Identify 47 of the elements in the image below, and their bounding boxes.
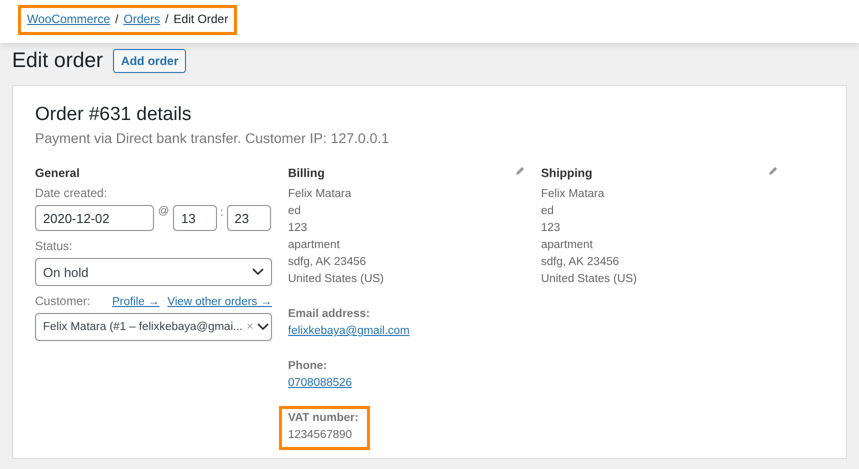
- clear-button[interactable]: ×: [246, 321, 254, 333]
- status-select[interactable]: On hold: [35, 258, 272, 286]
- breadcrumb-link[interactable]: WooCommerce: [27, 12, 110, 26]
- field-label: Customer:: [35, 294, 90, 308]
- field-label: Status:: [35, 239, 74, 253]
- address-line: Felix Matara: [541, 187, 606, 202]
- breadcrumb-current: Edit Order: [174, 12, 228, 26]
- breadcrumb-separator: /: [165, 12, 169, 26]
- order-title: Order #631 details: [35, 104, 192, 126]
- address-line: ed: [541, 204, 555, 219]
- address-line: United States (US): [288, 272, 385, 287]
- field-label: Phone:: [288, 359, 328, 374]
- time-separator: :: [220, 205, 224, 219]
- address-line: apartment: [541, 238, 594, 253]
- pencil-icon[interactable]: [768, 166, 778, 176]
- address-line: 123: [288, 221, 308, 236]
- profile-link[interactable]: Profile →: [112, 296, 160, 308]
- add-order-button[interactable]: Add order: [113, 49, 186, 73]
- breadcrumb-link[interactable]: Orders: [123, 12, 160, 26]
- breadcrumb-separator: /: [115, 12, 118, 26]
- field-link[interactable]: felixkebaya@gmail.com: [288, 323, 410, 340]
- field-label: Date created:: [35, 186, 108, 200]
- at-sign: @: [158, 205, 170, 217]
- order-meta: Payment via Direct bank transfer. Customer IP: 127.0.0.1: [35, 130, 390, 146]
- address-line: sdfg, AK 23456: [288, 255, 368, 270]
- minute-field[interactable]: 23: [226, 205, 271, 231]
- section-heading: Shipping: [541, 166, 592, 180]
- chevron-down-icon: [252, 268, 264, 276]
- chevron-down-icon: [257, 323, 270, 331]
- field-label: Email address:: [288, 307, 371, 322]
- field-value: 1234567890: [288, 428, 353, 443]
- date-field[interactable]: 2020-12-02: [35, 205, 154, 231]
- section-heading: General: [35, 166, 81, 180]
- field-link[interactable]: 0708088526: [288, 375, 352, 392]
- section-heading: Billing: [288, 166, 325, 180]
- address-line: 123: [541, 221, 562, 236]
- pencil-icon[interactable]: [515, 166, 525, 176]
- customer-select[interactable]: Felix Matara (#1 – felixkebaya@gmai... ×: [35, 313, 272, 341]
- page-title: Edit order: [12, 49, 104, 73]
- address-line: ed: [288, 204, 302, 219]
- address-line: United States (US): [541, 272, 638, 287]
- address-line: apartment: [288, 238, 341, 253]
- address-line: sdfg, AK 23456: [541, 255, 620, 270]
- hour-field[interactable]: 13: [173, 205, 218, 231]
- field-label: VAT number:: [288, 411, 358, 426]
- orders-link[interactable]: View other orders →: [167, 296, 272, 308]
- address-line: Felix Matara: [288, 187, 352, 202]
